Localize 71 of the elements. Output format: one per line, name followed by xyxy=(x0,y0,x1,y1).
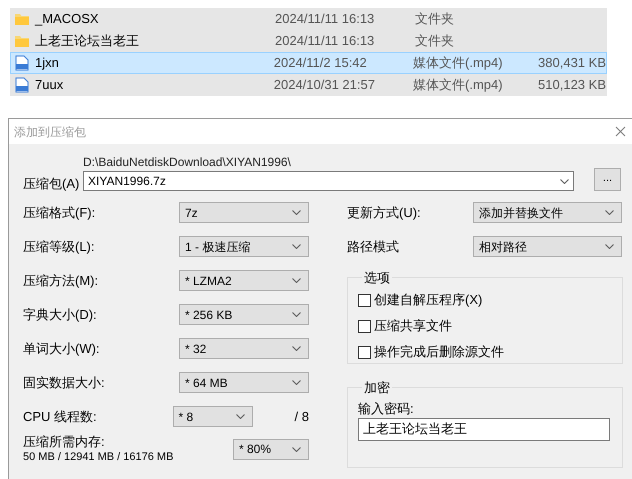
file-size: 510,123 KB xyxy=(537,76,606,94)
checkbox-label: 压缩共享文件 xyxy=(374,317,452,336)
dropdown[interactable]: 相对路径 xyxy=(473,236,622,257)
password-field[interactable]: 上老王论坛当老王 xyxy=(358,418,610,440)
checkbox-label: 操作完成后删除源文件 xyxy=(374,343,504,362)
file-row[interactable]: 1jxn 2024/11/2 15:42 媒体文件(.mp4) 380,431 KB xyxy=(10,52,607,74)
field-label: 固实数据大小: xyxy=(23,374,106,392)
file-row[interactable]: 上老王论坛当老王 2024/11/11 16:13 文件夹 xyxy=(10,30,607,52)
group-title: 加密 xyxy=(363,378,391,396)
file-name: 1jxn xyxy=(35,54,60,72)
window-title: 添加到压缩包 xyxy=(14,124,86,140)
memory-usage-text: 50 MB / 12941 MB / 16176 MB xyxy=(23,450,174,464)
close-icon[interactable] xyxy=(615,126,626,137)
dropdown[interactable]: 7z xyxy=(179,202,309,223)
dropdown[interactable]: * 32 xyxy=(179,338,309,359)
field-label: 压缩等级(L): xyxy=(23,238,96,256)
chevron-down-icon xyxy=(292,346,301,351)
field-label: 压缩方法(M): xyxy=(23,272,100,290)
checkbox[interactable] xyxy=(358,346,371,358)
file-type: 媒体文件(.mp4) xyxy=(413,54,504,72)
chevron-down-icon xyxy=(292,446,301,452)
folder-icon xyxy=(14,11,30,27)
video-file-icon xyxy=(14,77,30,93)
dropdown[interactable]: * 80% xyxy=(233,438,309,460)
chevron-down-icon xyxy=(292,244,301,249)
field-label: 单词大小(W): xyxy=(23,340,101,358)
path-text: D:\BaiduNetdiskDownload\XIYAN1996\ xyxy=(83,154,292,171)
chevron-down-icon xyxy=(292,278,301,283)
modified-date: 2024/11/11 16:13 xyxy=(275,32,376,50)
chevron-down-icon xyxy=(292,380,301,385)
checkbox[interactable] xyxy=(358,294,371,306)
file-row[interactable]: _MACOSX 2024/11/11 16:13 文件夹 xyxy=(10,8,607,30)
dropdown[interactable]: 添加并替换文件 xyxy=(473,202,622,223)
field-label: 压缩包(A) xyxy=(23,175,80,193)
field-label: 输入密码: xyxy=(358,400,415,417)
file-type: 文件夹 xyxy=(415,32,455,50)
file-type: 文件夹 xyxy=(415,10,455,28)
dropdown[interactable]: * LZMA2 xyxy=(179,270,309,291)
field-label: 压缩所需内存: xyxy=(23,434,106,450)
chevron-down-icon xyxy=(605,210,614,215)
file-row[interactable]: 7uux 2024/10/31 21:57 媒体文件(.mp4) 510,123 KB xyxy=(10,74,607,96)
chevron-down-icon xyxy=(292,312,301,317)
browse-button[interactable]: ... xyxy=(594,168,621,191)
field-label: 更新方式(U): xyxy=(347,204,422,222)
file-name: _MACOSX xyxy=(35,10,100,28)
file-size: 380,431 KB xyxy=(537,54,606,72)
field-label: CPU 线程数: xyxy=(23,408,98,426)
chevron-down-icon xyxy=(292,210,301,215)
file-name: 上老王论坛当老王 xyxy=(35,32,140,50)
checkbox-label: 创建自解压程序(X) xyxy=(374,291,482,310)
dropdown[interactable]: * 64 MB xyxy=(179,372,309,393)
chevron-down-icon xyxy=(560,178,569,184)
file-type: 媒体文件(.mp4) xyxy=(413,76,504,94)
group-title: 选项 xyxy=(363,268,391,286)
video-file-icon xyxy=(14,55,30,71)
folder-icon xyxy=(14,33,30,49)
field-label: 字典大小(D): xyxy=(23,306,98,324)
field-label: 压缩格式(F): xyxy=(23,204,96,222)
archive-name-combo[interactable]: XIYAN1996.7z xyxy=(83,171,574,191)
modified-date: 2024/10/31 21:57 xyxy=(274,76,376,94)
field-label: 路径模式 xyxy=(347,238,400,256)
dropdown[interactable]: * 256 KB xyxy=(179,304,309,325)
chevron-down-icon xyxy=(605,244,614,249)
file-name: 7uux xyxy=(35,76,64,94)
dropdown[interactable]: 1 - 极速压缩 xyxy=(179,236,309,257)
modified-date: 2024/11/2 15:42 xyxy=(274,54,368,72)
checkbox[interactable] xyxy=(358,320,371,332)
modified-date: 2024/11/11 16:13 xyxy=(275,10,376,28)
chevron-down-icon xyxy=(236,414,245,419)
thread-count-text: / 8 xyxy=(294,408,309,426)
dropdown[interactable]: * 8 xyxy=(172,406,253,427)
